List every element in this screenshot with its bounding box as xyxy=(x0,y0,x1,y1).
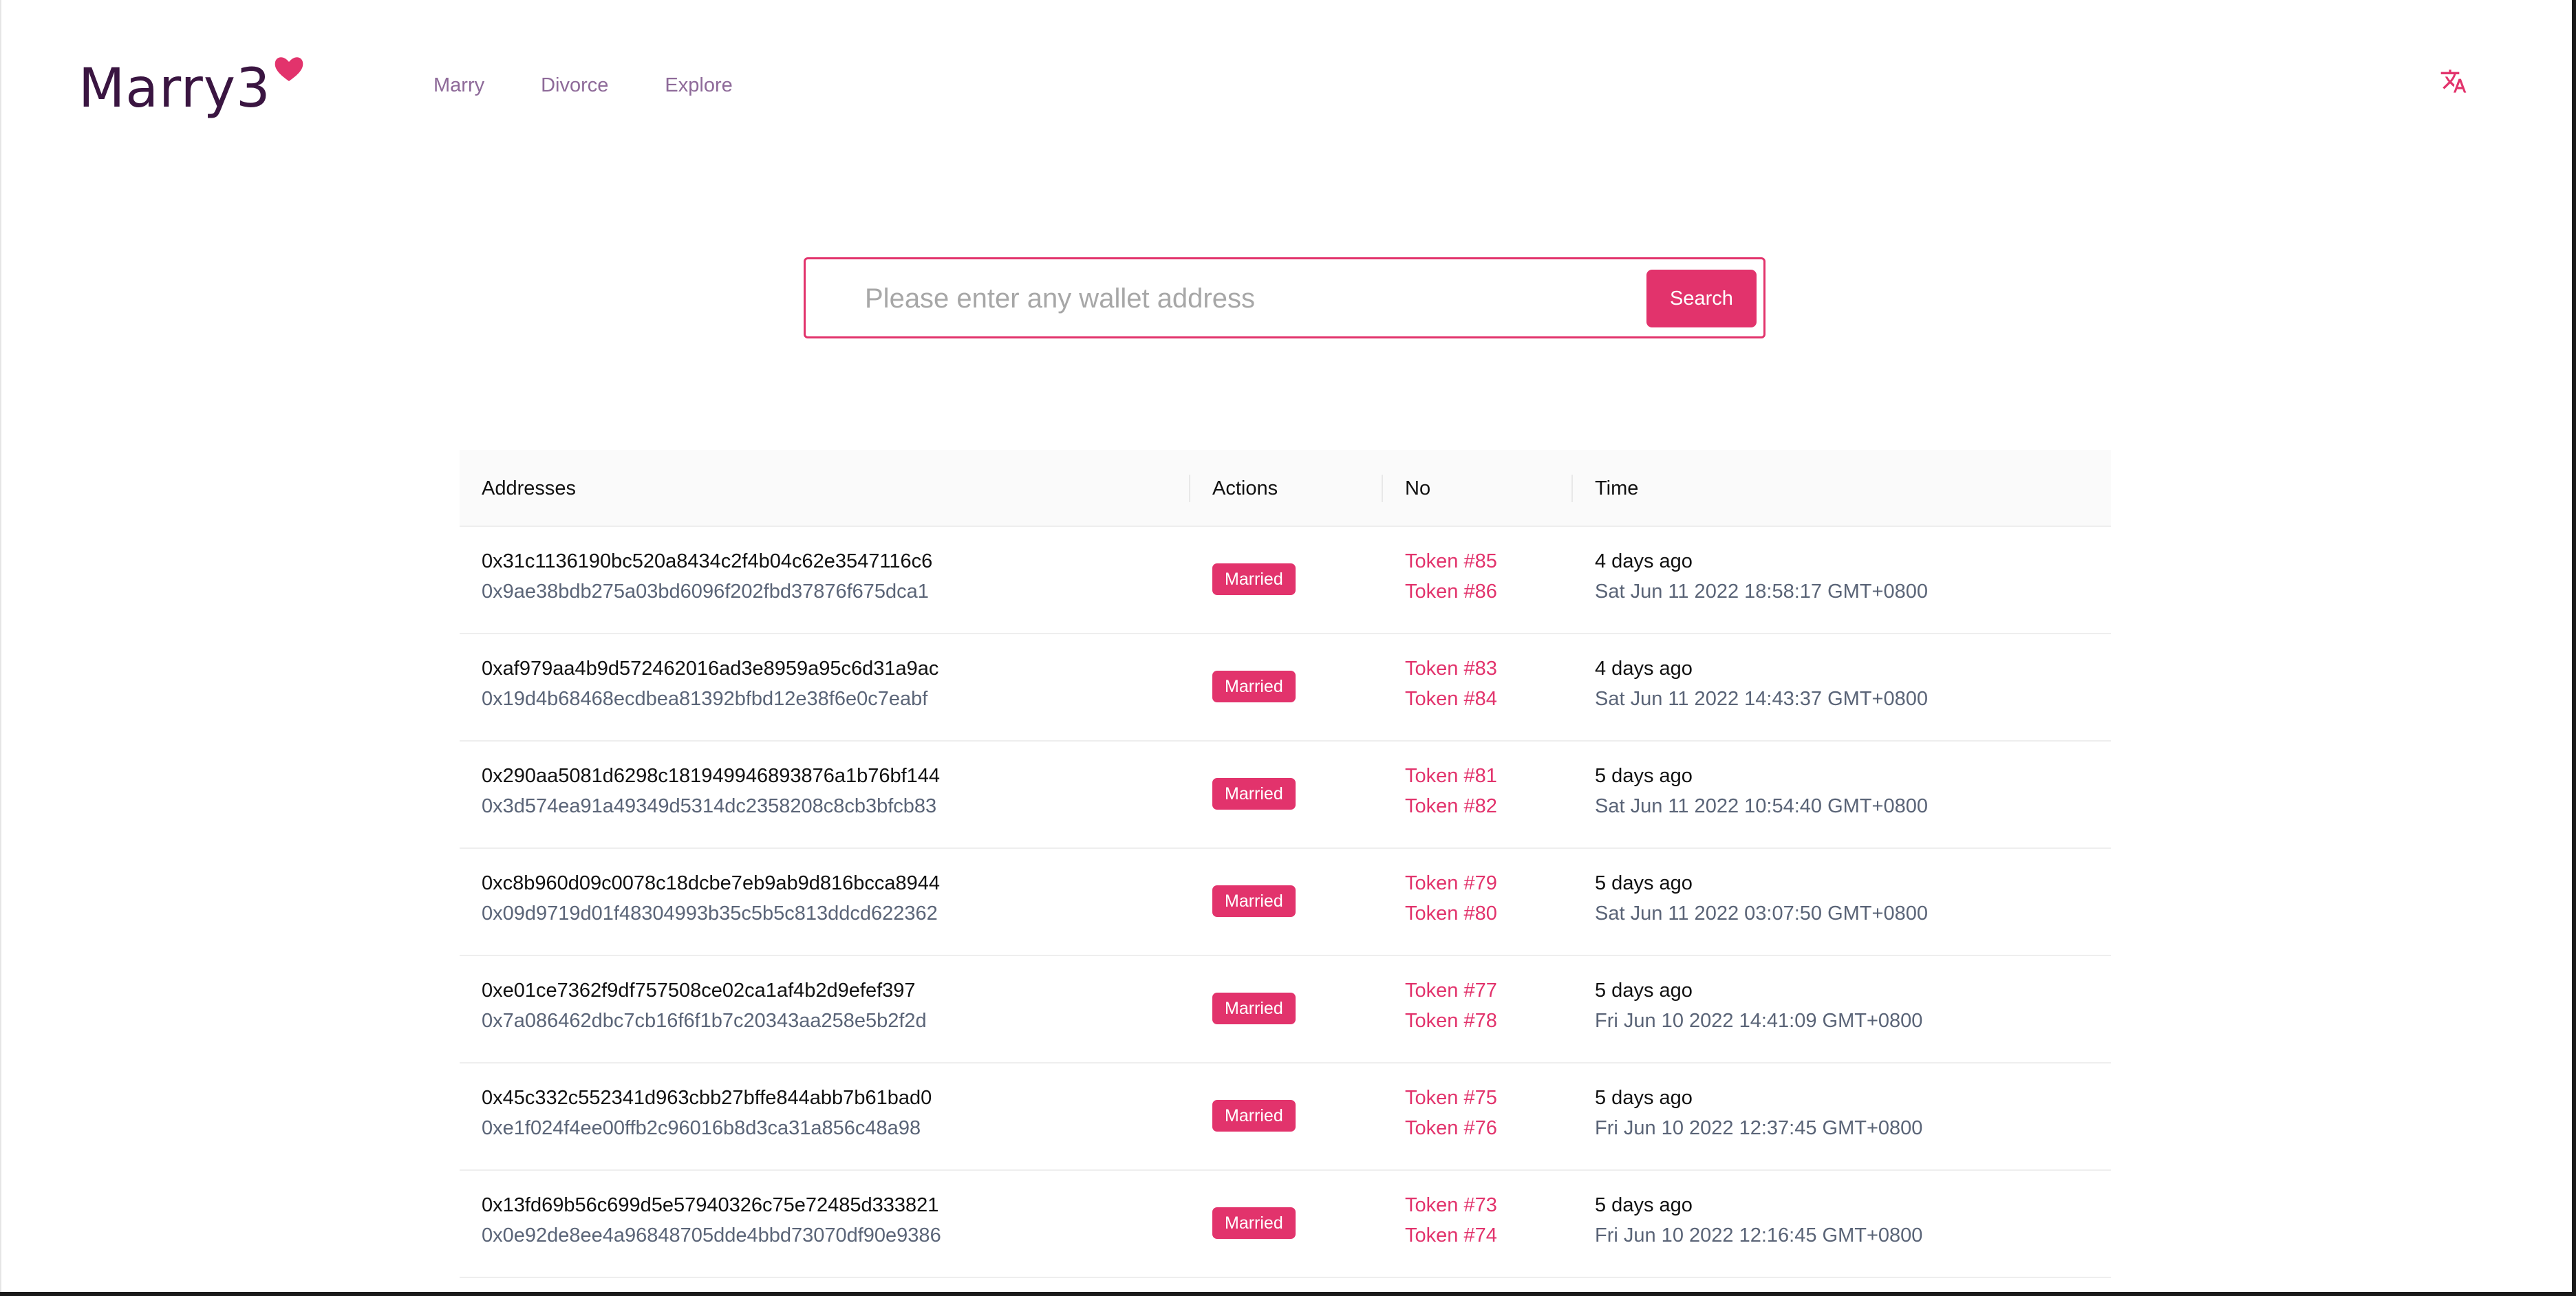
nav-item-divorce[interactable]: Divorce xyxy=(541,72,608,99)
status-badge: Married xyxy=(1212,563,1296,595)
time-absolute: Fri Jun 10 2022 12:16:45 GMT+0800 xyxy=(1595,1224,1923,1246)
address-a: 0x45c332c552341d963cbb27bffe844abb7b61ba… xyxy=(482,1087,932,1109)
table-row: 0xe01ce7362f9df757508ce02ca1af4b2d9efef3… xyxy=(460,956,2111,1063)
address-b: 0x09d9719d01f48304993b35c5b5c813ddcd6223… xyxy=(482,903,938,925)
token-link[interactable]: Token #84 xyxy=(1405,688,1497,711)
column-divider xyxy=(1382,475,1383,502)
status-badge: Married xyxy=(1212,778,1296,810)
column-divider xyxy=(1189,475,1190,502)
wallet-search-input[interactable] xyxy=(863,274,1623,323)
time-absolute: Fri Jun 10 2022 14:41:09 GMT+0800 xyxy=(1595,1010,1923,1032)
column-header-time: Time xyxy=(1595,477,1639,499)
table-row: 0x31c1136190bc520a8434c2f4b04c62e3547116… xyxy=(460,527,2111,634)
window-left-edge xyxy=(0,0,1,1296)
status-badge: Married xyxy=(1212,993,1296,1024)
main-nav: Marry Divorce Explore xyxy=(433,72,789,99)
table-row: 0xaf979aa4b9d572462016ad3e8959a95c6d31a9… xyxy=(460,634,2111,742)
token-link[interactable]: Token #75 xyxy=(1405,1087,1497,1110)
status-badge: Married xyxy=(1212,1207,1296,1239)
token-link[interactable]: Token #74 xyxy=(1405,1224,1497,1247)
address-a: 0x31c1136190bc520a8434c2f4b04c62e3547116… xyxy=(482,550,933,572)
heart-icon xyxy=(275,57,303,81)
table-row: 0x13fd69b56c699d5e57940326c75e72485d3338… xyxy=(460,1171,2111,1278)
address-a: 0xaf979aa4b9d572462016ad3e8959a95c6d31a9… xyxy=(482,658,939,680)
time-relative: 5 days ago xyxy=(1595,1087,1693,1109)
nav-item-explore[interactable]: Explore xyxy=(665,72,732,99)
logo[interactable]: Marry3 xyxy=(78,51,304,127)
table-row: 0x290aa5081d6298c181949946893876a1b76bf1… xyxy=(460,742,2111,849)
time-relative: 5 days ago xyxy=(1595,1194,1693,1216)
token-link[interactable]: Token #79 xyxy=(1405,872,1497,895)
time-relative: 5 days ago xyxy=(1595,872,1693,894)
time-relative: 4 days ago xyxy=(1595,550,1693,572)
token-link[interactable]: Token #80 xyxy=(1405,903,1497,925)
window-right-edge xyxy=(2572,0,2576,1296)
address-b: 0x19d4b68468ecdbea81392bfbd12e38f6e0c7ea… xyxy=(482,688,928,710)
search-box: Search xyxy=(804,257,1765,338)
token-link[interactable]: Token #86 xyxy=(1405,581,1497,603)
token-link[interactable]: Token #83 xyxy=(1405,658,1497,680)
token-link[interactable]: Token #76 xyxy=(1405,1117,1497,1140)
address-a: 0x13fd69b56c699d5e57940326c75e72485d3338… xyxy=(482,1194,939,1216)
address-b: 0xe1f024f4ee00ffb2c96016b8d3ca31a856c48a… xyxy=(482,1117,921,1139)
address-a: 0xc8b960d09c0078c18dcbe7eb9ab9d816bcca89… xyxy=(482,872,940,894)
table-header: Addresses Actions No Time xyxy=(460,450,2111,527)
address-a: 0xe01ce7362f9df757508ce02ca1af4b2d9efef3… xyxy=(482,980,916,1002)
time-absolute: Sat Jun 11 2022 03:07:50 GMT+0800 xyxy=(1595,903,1928,925)
address-b: 0x7a086462dbc7cb16f6f1b7c20343aa258e5b2f… xyxy=(482,1010,927,1032)
token-link[interactable]: Token #73 xyxy=(1405,1194,1497,1217)
site-header: Marry3 Marry Divorce Explore xyxy=(0,0,2576,165)
address-a: 0x290aa5081d6298c181949946893876a1b76bf1… xyxy=(482,765,941,787)
marriage-table: Addresses Actions No Time 0x31c1136190bc… xyxy=(460,450,2111,1278)
status-badge: Married xyxy=(1212,671,1296,702)
column-header-actions: Actions xyxy=(1212,477,1278,499)
address-b: 0x0e92de8ee4a96848705dde4bbd73070df90e93… xyxy=(482,1224,941,1246)
token-link[interactable]: Token #82 xyxy=(1405,795,1497,818)
token-link[interactable]: Token #77 xyxy=(1405,980,1497,1002)
time-absolute: Sat Jun 11 2022 10:54:40 GMT+0800 xyxy=(1595,795,1928,817)
logo-text: Marry3 xyxy=(78,58,271,120)
nav-item-marry[interactable]: Marry xyxy=(433,72,484,99)
column-divider xyxy=(1571,475,1573,502)
column-header-no: No xyxy=(1405,477,1431,499)
table-row: 0x45c332c552341d963cbb27bffe844abb7b61ba… xyxy=(460,1063,2111,1171)
time-relative: 4 days ago xyxy=(1595,658,1693,680)
time-relative: 5 days ago xyxy=(1595,980,1693,1002)
time-absolute: Sat Jun 11 2022 18:58:17 GMT+0800 xyxy=(1595,581,1928,603)
time-relative: 5 days ago xyxy=(1595,765,1693,787)
window-bottom-edge xyxy=(0,1292,2576,1296)
column-header-addresses: Addresses xyxy=(482,477,577,499)
token-link[interactable]: Token #78 xyxy=(1405,1010,1497,1033)
time-absolute: Sat Jun 11 2022 14:43:37 GMT+0800 xyxy=(1595,688,1928,710)
status-badge: Married xyxy=(1212,1100,1296,1132)
address-b: 0x3d574ea91a49349d5314dc2358208c8cb3bfcb… xyxy=(482,795,937,817)
search-button[interactable]: Search xyxy=(1646,270,1757,327)
address-b: 0x9ae38bdb275a03bd6096f202fbd37876f675dc… xyxy=(482,581,929,603)
status-badge: Married xyxy=(1212,885,1296,917)
token-link[interactable]: Token #81 xyxy=(1405,765,1497,788)
time-absolute: Fri Jun 10 2022 12:37:45 GMT+0800 xyxy=(1595,1117,1923,1139)
table-row: 0xc8b960d09c0078c18dcbe7eb9ab9d816bcca89… xyxy=(460,849,2111,956)
token-link[interactable]: Token #85 xyxy=(1405,550,1497,573)
language-button[interactable] xyxy=(2440,67,2467,95)
translate-icon xyxy=(2440,69,2467,93)
